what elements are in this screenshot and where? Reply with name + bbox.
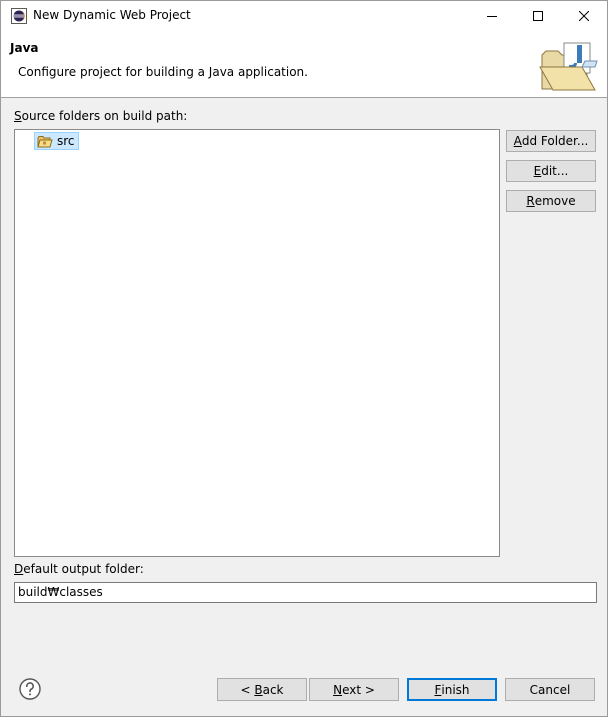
java-folder-banner-icon [539,42,598,91]
eclipse-icon [11,8,27,24]
package-folder-icon [37,135,53,147]
maximize-button[interactable] [515,1,561,31]
close-icon [579,11,589,21]
cancel-button[interactable]: Cancel [505,678,595,701]
dialog-window: New Dynamic Web Project Java Configure p… [0,0,608,717]
default-output-folder-label: Default output folder: [14,562,144,576]
minimize-button[interactable] [469,1,515,31]
source-folder-name: src [57,134,75,148]
add-folder-button[interactable]: Add Folder... [506,130,596,152]
source-folders-label: Source folders on build path: [14,109,188,123]
output-folder-input[interactable]: build₩classes [14,582,597,603]
wizard-header: Java Configure project for building a Ja… [1,31,607,98]
minimize-icon [487,16,497,17]
page-title: Java [10,41,39,55]
help-icon[interactable] [18,677,42,701]
back-button[interactable]: < Back [217,678,307,701]
next-button[interactable]: Next > [309,678,399,701]
close-button[interactable] [561,1,607,31]
source-folders-list[interactable]: src [14,129,500,557]
window-title: New Dynamic Web Project [33,8,191,22]
remove-button[interactable]: Remove [506,190,596,212]
maximize-icon [533,11,543,21]
title-bar[interactable]: New Dynamic Web Project [1,1,607,31]
page-description: Configure project for building a Java ap… [18,65,308,79]
edit-button[interactable]: Edit... [506,160,596,182]
list-item[interactable]: src [34,132,79,150]
finish-button[interactable]: Finish [407,678,497,701]
